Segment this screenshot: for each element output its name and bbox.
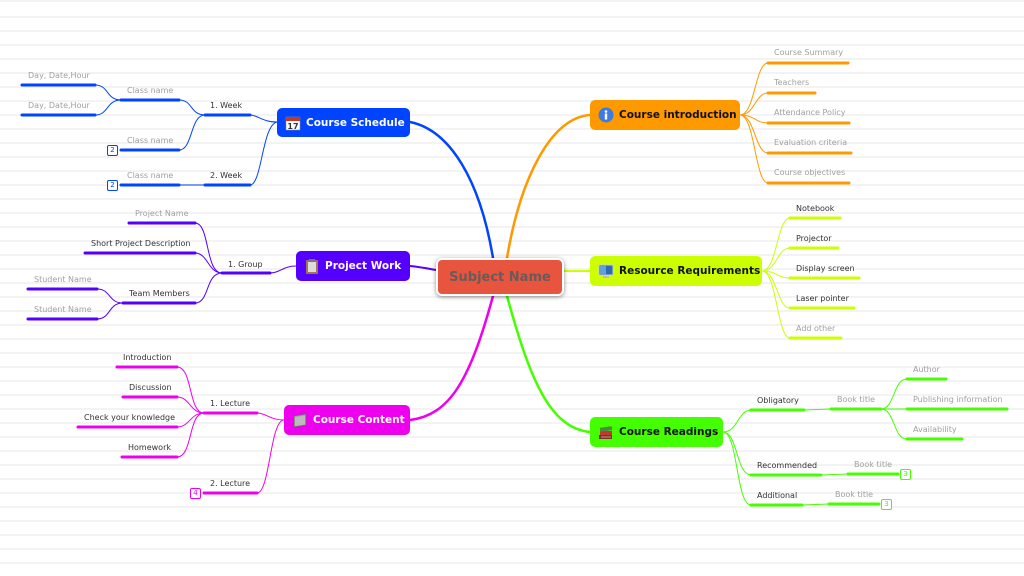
- student-name-label[interactable]: Student Name: [34, 305, 92, 315]
- monitor-icon: [598, 263, 614, 279]
- week-1-label[interactable]: 1. Week: [210, 101, 242, 111]
- discussion-label[interactable]: Discussion: [129, 383, 172, 393]
- add-other-label[interactable]: Add other: [796, 324, 835, 334]
- topic-label: Course introduction: [619, 109, 737, 121]
- obligatory-label[interactable]: Obligatory: [757, 396, 799, 406]
- course-summary-label[interactable]: Course Summary: [774, 48, 843, 58]
- topic-course-content[interactable]: Course Content: [284, 405, 410, 435]
- day-date-hour-label[interactable]: Day, Date,Hour: [28, 101, 90, 111]
- collapsed-count-badge[interactable]: 2: [107, 180, 118, 191]
- topic-label: Resource Requirements: [619, 265, 761, 277]
- project-name-label[interactable]: Project Name: [135, 209, 189, 219]
- topic-label: Project Work: [325, 260, 402, 272]
- book-title-label[interactable]: Book title: [835, 490, 873, 500]
- connector-course-introduction: [505, 113, 592, 260]
- topic-label: Course Schedule: [306, 116, 405, 129]
- collapsed-count-badge[interactable]: 2: [107, 145, 118, 156]
- collapsed-count-badge[interactable]: 3: [900, 469, 911, 480]
- topic-project-work[interactable]: Project Work: [296, 251, 410, 281]
- collapsed-count-badge[interactable]: 3: [881, 499, 892, 510]
- lecture-2-label[interactable]: 2. Lecture: [210, 479, 250, 489]
- additional-label[interactable]: Additional: [757, 491, 797, 501]
- author-label[interactable]: Author: [913, 365, 940, 375]
- connector-course-schedule: [408, 120, 495, 260]
- topic-label: Course Content: [313, 414, 405, 426]
- connector-course-readings: [505, 294, 592, 434]
- calendar-icon: 17: [285, 115, 301, 131]
- class-name-label[interactable]: Class name: [127, 86, 173, 96]
- book-title-label[interactable]: Book title: [854, 460, 892, 470]
- attendance-policy-label[interactable]: Attendance Policy: [774, 108, 846, 118]
- lecture-1-label[interactable]: 1. Lecture: [210, 399, 250, 409]
- central-topic-label: Subject Name: [449, 269, 551, 285]
- week-2-label[interactable]: 2. Week: [210, 171, 242, 181]
- class-name-label[interactable]: Class name: [127, 136, 173, 146]
- availability-label[interactable]: Availability: [913, 425, 957, 435]
- team-members-label[interactable]: Team Members: [129, 289, 190, 299]
- svg-text:17: 17: [287, 122, 298, 131]
- display-screen-label[interactable]: Display screen: [796, 264, 855, 274]
- topic-course-schedule[interactable]: 17 Course Schedule: [277, 108, 410, 137]
- student-name-label[interactable]: Student Name: [34, 275, 92, 285]
- course-objectives-label[interactable]: Course objectives: [774, 168, 845, 178]
- topic-course-introduction[interactable]: Course introduction: [590, 100, 740, 130]
- folder-icon: [292, 412, 308, 428]
- book-title-label[interactable]: Book title: [837, 395, 875, 405]
- introduction-label[interactable]: Introduction: [123, 353, 171, 363]
- homework-label[interactable]: Homework: [128, 443, 171, 453]
- notebook-label[interactable]: Notebook: [796, 204, 834, 214]
- topic-course-readings[interactable]: Course Readings: [590, 417, 723, 447]
- connector-course-content: [408, 294, 495, 422]
- topic-label: Course Readings: [619, 426, 719, 438]
- books-icon: [598, 424, 614, 440]
- day-date-hour-label[interactable]: Day, Date,Hour: [28, 71, 90, 81]
- projector-label[interactable]: Projector: [796, 234, 832, 244]
- central-topic[interactable]: Subject Name: [436, 258, 564, 296]
- publishing-information-label[interactable]: Publishing information: [913, 395, 1003, 405]
- collapsed-count-badge[interactable]: 4: [190, 488, 201, 499]
- recommended-label[interactable]: Recommended: [757, 461, 817, 471]
- evaluation-criteria-label[interactable]: Evaluation criteria: [774, 138, 847, 148]
- connector-project-work: [409, 265, 437, 271]
- group-label[interactable]: 1. Group: [228, 260, 263, 270]
- laser-pointer-label[interactable]: Laser pointer: [796, 294, 849, 304]
- topic-resource-requirements[interactable]: Resource Requirements: [590, 256, 762, 286]
- info-icon: [598, 107, 614, 123]
- check-your-knowledge-label[interactable]: Check your knowledge: [84, 413, 175, 423]
- short-project-description-label[interactable]: Short Project Description: [91, 239, 191, 249]
- class-name-label[interactable]: Class name: [127, 171, 173, 181]
- clipboard-icon: [304, 258, 320, 274]
- teachers-label[interactable]: Teachers: [774, 78, 809, 88]
